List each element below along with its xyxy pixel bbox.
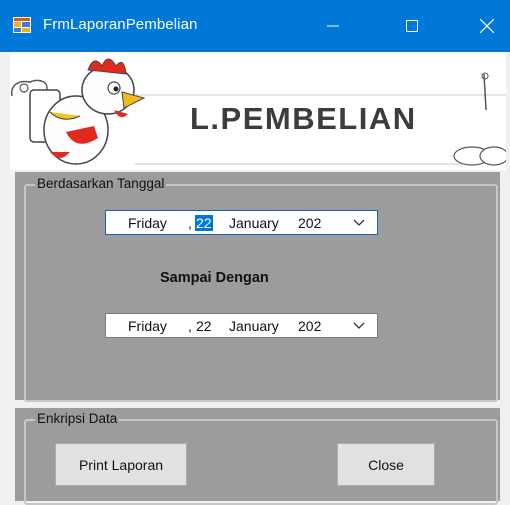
close-window-button[interactable] [464,0,510,52]
form-app-icon [13,17,31,33]
start-date-picker[interactable]: Friday , 22 January 202 [105,210,378,235]
end-date-number[interactable]: 22 [195,318,213,334]
chevron-down-icon[interactable] [352,321,366,331]
start-date-year: 202 [298,215,322,231]
start-date-month: January [229,215,279,231]
minimize-button[interactable] [310,0,356,52]
maximize-icon [406,20,418,32]
start-date-day: Friday [128,215,167,231]
close-icon [480,19,494,33]
end-date-day: Friday [128,318,167,334]
start-date-number[interactable]: 22 [195,215,213,231]
chevron-down-icon[interactable] [352,218,366,228]
end-date-year: 202 [298,318,322,334]
header-banner: L.PEMBELIAN [10,52,506,170]
action-groupbox-legend: Enkripsi Data [35,411,120,427]
banner-title: L.PEMBELIAN [190,101,417,136]
until-label: Sampai Dengan [160,270,269,286]
close-button[interactable]: Close [337,443,435,486]
date-groupbox-legend: Berdasarkan Tanggal [35,176,167,192]
window-title: FrmLaporanPembelian [43,16,198,33]
maximize-button[interactable] [389,0,435,52]
title-bar[interactable]: FrmLaporanPembelian [0,0,510,52]
start-date-separator: , [188,215,192,231]
end-date-separator: , [188,318,192,334]
end-date-month: January [229,318,279,334]
print-report-button[interactable]: Print Laporan [55,443,187,486]
minimize-icon [327,25,339,27]
end-date-picker[interactable]: Friday , 22 January 202 [105,313,378,338]
